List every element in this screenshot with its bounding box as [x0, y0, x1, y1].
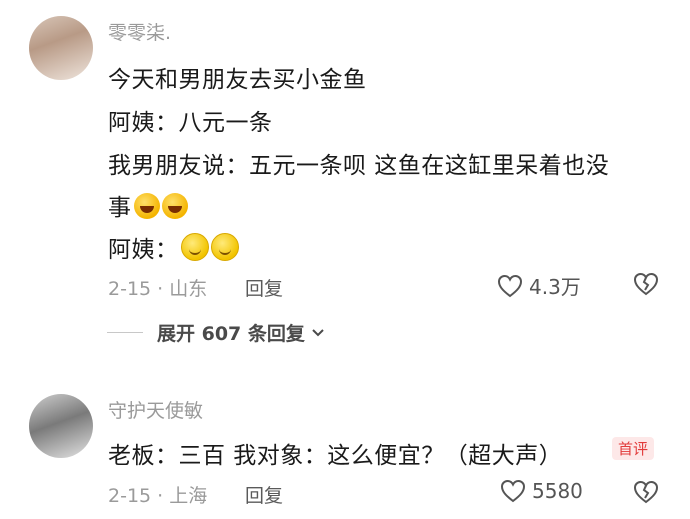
- comment-text-line: 今天和男朋友去买小金鱼: [108, 67, 367, 93]
- laughing-crying-emoji-icon: [133, 193, 160, 219]
- reply-button[interactable]: 回复: [245, 274, 283, 301]
- dizzy-smile-emoji-icon: [180, 233, 209, 261]
- like-count: 5580: [532, 479, 583, 503]
- username[interactable]: 零零柒.: [108, 18, 171, 45]
- reply-button[interactable]: 回复: [245, 481, 283, 508]
- avatar[interactable]: [29, 394, 93, 458]
- first-comment-badge: 首评: [612, 437, 655, 460]
- divider-line: [107, 332, 143, 333]
- comment-text-line-emoji: 事: [108, 188, 188, 222]
- comment-text-line: 我男朋友说：五元一条呗 这鱼在这缸里呆着也没: [108, 153, 610, 179]
- username[interactable]: 守护天使敏: [108, 396, 203, 423]
- avatar[interactable]: [29, 16, 93, 80]
- comment-text-line: 老板：三百 我对象：这么便宜？（超大声）: [108, 443, 563, 469]
- comment-text-fragment: 阿姨：: [108, 237, 179, 263]
- comment-date-location: 2-15 · 上海: [108, 485, 208, 507]
- chevron-down-icon: [312, 328, 324, 336]
- broken-heart-icon[interactable]: [633, 272, 659, 296]
- comment-text-fragment: 事: [108, 195, 132, 221]
- comment-text-line-emoji: 阿姨：: [108, 230, 239, 264]
- heart-outline-icon: [500, 479, 526, 503]
- comment-date-location: 2-15 · 山东: [108, 278, 208, 300]
- heart-outline-icon: [497, 274, 523, 297]
- like-button[interactable]: 4.3万: [497, 271, 581, 300]
- like-button[interactable]: 5580: [500, 479, 583, 503]
- comment-text-line: 阿姨：八元一条: [108, 110, 273, 136]
- broken-heart-icon[interactable]: [633, 480, 659, 504]
- expand-replies-label: 展开 607 条回复: [157, 323, 305, 345]
- expand-replies-button[interactable]: 展开 607 条回复: [107, 319, 325, 346]
- dizzy-smile-emoji-icon: [210, 233, 239, 261]
- like-count: 4.3万: [529, 275, 581, 299]
- laughing-crying-emoji-icon: [161, 193, 188, 219]
